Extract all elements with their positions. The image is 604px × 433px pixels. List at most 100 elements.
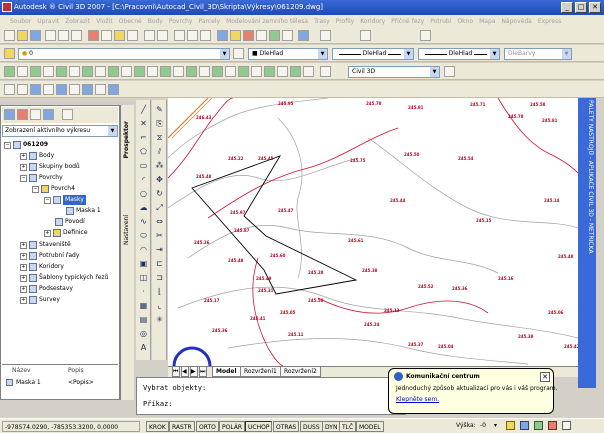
- prospector-icon[interactable]: [4, 109, 15, 120]
- maximize-button[interactable]: □: [575, 2, 587, 13]
- workspace-settings-icon[interactable]: [444, 66, 455, 77]
- expand-icon[interactable]: +: [44, 229, 51, 237]
- ortho-toggle[interactable]: ORTO: [196, 421, 219, 432]
- tree-item-drawing[interactable]: − 061209: [4, 140, 48, 150]
- lock-icon[interactable]: [506, 421, 515, 430]
- stretch-icon[interactable]: ⇔: [154, 216, 165, 227]
- collapse-icon[interactable]: −: [44, 196, 51, 204]
- cut-icon[interactable]: [88, 30, 99, 41]
- toolspace-options-icon[interactable]: [62, 109, 73, 120]
- expand-icon[interactable]: +: [20, 274, 27, 282]
- text-style-icon[interactable]: [320, 30, 331, 41]
- settings-icon[interactable]: [17, 109, 28, 120]
- view-select[interactable]: Zobrazení aktivního výkresu ▼: [2, 125, 118, 137]
- help-icon[interactable]: [298, 30, 309, 41]
- insert-block-icon[interactable]: ▣: [138, 258, 149, 269]
- tree-item-povodi[interactable]: Povodí: [55, 217, 85, 227]
- toolbox-icon[interactable]: [43, 109, 54, 120]
- osnap-toggle[interactable]: UCHOP: [245, 421, 273, 432]
- survey-icon[interactable]: [186, 66, 197, 77]
- tree-item-skupiny[interactable]: + Skupiny bodů: [20, 162, 80, 172]
- chevron-down-icon[interactable]: ▼: [318, 49, 327, 59]
- lwt-toggle[interactable]: TLČ: [339, 421, 357, 432]
- make-block-icon[interactable]: ◫: [138, 272, 149, 283]
- mtext-icon[interactable]: A: [138, 342, 149, 353]
- make-current-layer-icon[interactable]: [233, 48, 244, 59]
- snap-toggle[interactable]: KROK: [146, 421, 169, 432]
- break-icon[interactable]: ⊏: [154, 258, 165, 269]
- menu-body[interactable]: Body: [148, 18, 163, 25]
- rectangle-icon[interactable]: ▭: [138, 160, 149, 171]
- expand-icon[interactable]: +: [20, 241, 27, 249]
- fillet-icon[interactable]: ⌞: [154, 300, 165, 311]
- polar-toggle[interactable]: POLÁR: [219, 421, 246, 432]
- tab-layout2[interactable]: Rozvržení2: [280, 367, 321, 377]
- tree-item-povrch4[interactable]: − Povrch4: [32, 184, 75, 194]
- rotate-icon[interactable]: ↻: [154, 188, 165, 199]
- column-name[interactable]: Název: [12, 367, 31, 374]
- grid-toggle[interactable]: RASTR: [169, 421, 195, 432]
- best-fit-icon[interactable]: [251, 66, 262, 77]
- chevron-down-icon[interactable]: ▼: [108, 126, 117, 136]
- menu-potrubi[interactable]: Potrubí: [430, 18, 451, 25]
- mirror-icon[interactable]: ⧖: [154, 132, 165, 143]
- point-icon[interactable]: [4, 66, 15, 77]
- paste-icon[interactable]: [114, 30, 125, 41]
- label-icon[interactable]: [121, 66, 132, 77]
- redo-icon[interactable]: [157, 30, 168, 41]
- tree-item-staveniste[interactable]: + Staveniště: [20, 240, 71, 250]
- expand-icon[interactable]: +: [20, 285, 27, 293]
- stretch-icon[interactable]: [82, 84, 93, 95]
- section-icon[interactable]: [69, 66, 80, 77]
- menu-modelovani[interactable]: Modelování zemního tělesa: [226, 18, 308, 25]
- tree-item-potrubni[interactable]: + Potrubní řady: [20, 251, 79, 261]
- collapse-icon[interactable]: −: [4, 141, 11, 149]
- pan-icon[interactable]: [174, 30, 185, 41]
- grading-icon[interactable]: [95, 66, 106, 77]
- polygon-icon[interactable]: ⬠: [138, 146, 149, 157]
- expand-icon[interactable]: +: [20, 152, 27, 160]
- dyn-toggle[interactable]: DYN: [322, 421, 341, 432]
- publish-icon[interactable]: [71, 30, 82, 41]
- designcenter-icon[interactable]: [230, 30, 241, 41]
- clean-screen-icon[interactable]: [562, 421, 571, 430]
- explode-icon[interactable]: ✳: [154, 314, 165, 325]
- plot-icon[interactable]: [45, 30, 56, 41]
- tab-nastaveni[interactable]: Nastavení: [123, 215, 130, 245]
- menu-mapa[interactable]: Mapa: [479, 18, 495, 25]
- polyline-icon[interactable]: ⌐: [138, 132, 149, 143]
- menu-obecne[interactable]: Obecné: [119, 18, 142, 25]
- line-icon[interactable]: [4, 84, 15, 95]
- collapse-icon[interactable]: −: [20, 174, 27, 182]
- tool-palettes-icon[interactable]: [243, 30, 254, 41]
- extend-icon[interactable]: ⇥: [154, 244, 165, 255]
- lineweight-select[interactable]: DleHlad ▼: [418, 48, 500, 60]
- parcel-icon[interactable]: [30, 66, 41, 77]
- spiral-icon[interactable]: [238, 66, 249, 77]
- scale-icon[interactable]: ⤢: [154, 202, 165, 213]
- offset-icon[interactable]: [277, 66, 288, 77]
- xline-icon[interactable]: ✕: [138, 118, 149, 129]
- erase-icon[interactable]: [30, 84, 41, 95]
- collapse-icon[interactable]: −: [32, 185, 39, 193]
- chevron-down-icon[interactable]: ▼: [562, 49, 571, 59]
- offset-icon[interactable]: ⫽: [154, 146, 165, 157]
- tree-item-podsestavy[interactable]: + Podsestavy: [20, 284, 73, 294]
- pipe-icon[interactable]: [108, 66, 119, 77]
- profile-icon[interactable]: [56, 66, 67, 77]
- menu-soubor[interactable]: Soubor: [10, 18, 31, 25]
- cogo-icon[interactable]: [199, 66, 210, 77]
- erase-icon[interactable]: ✎: [154, 104, 165, 115]
- notification-link[interactable]: Klepněte sem.: [396, 396, 439, 403]
- tree-item-body[interactable]: + Body: [20, 151, 54, 161]
- survey-tab-icon[interactable]: [30, 109, 41, 120]
- tab-prev-icon[interactable]: ◀: [181, 367, 189, 377]
- menu-trasy[interactable]: Trasy: [314, 18, 330, 25]
- chevron-down-icon[interactable]: ▾: [494, 422, 497, 429]
- column-desc[interactable]: Popis: [68, 367, 84, 374]
- linetype-select[interactable]: DleHlad ▼: [332, 48, 414, 60]
- menu-express[interactable]: Express: [538, 18, 561, 25]
- tree-item-koridory[interactable]: + Koridory: [20, 262, 64, 272]
- match-properties-icon[interactable]: [127, 30, 138, 41]
- menu-parcely[interactable]: Parcely: [198, 18, 220, 25]
